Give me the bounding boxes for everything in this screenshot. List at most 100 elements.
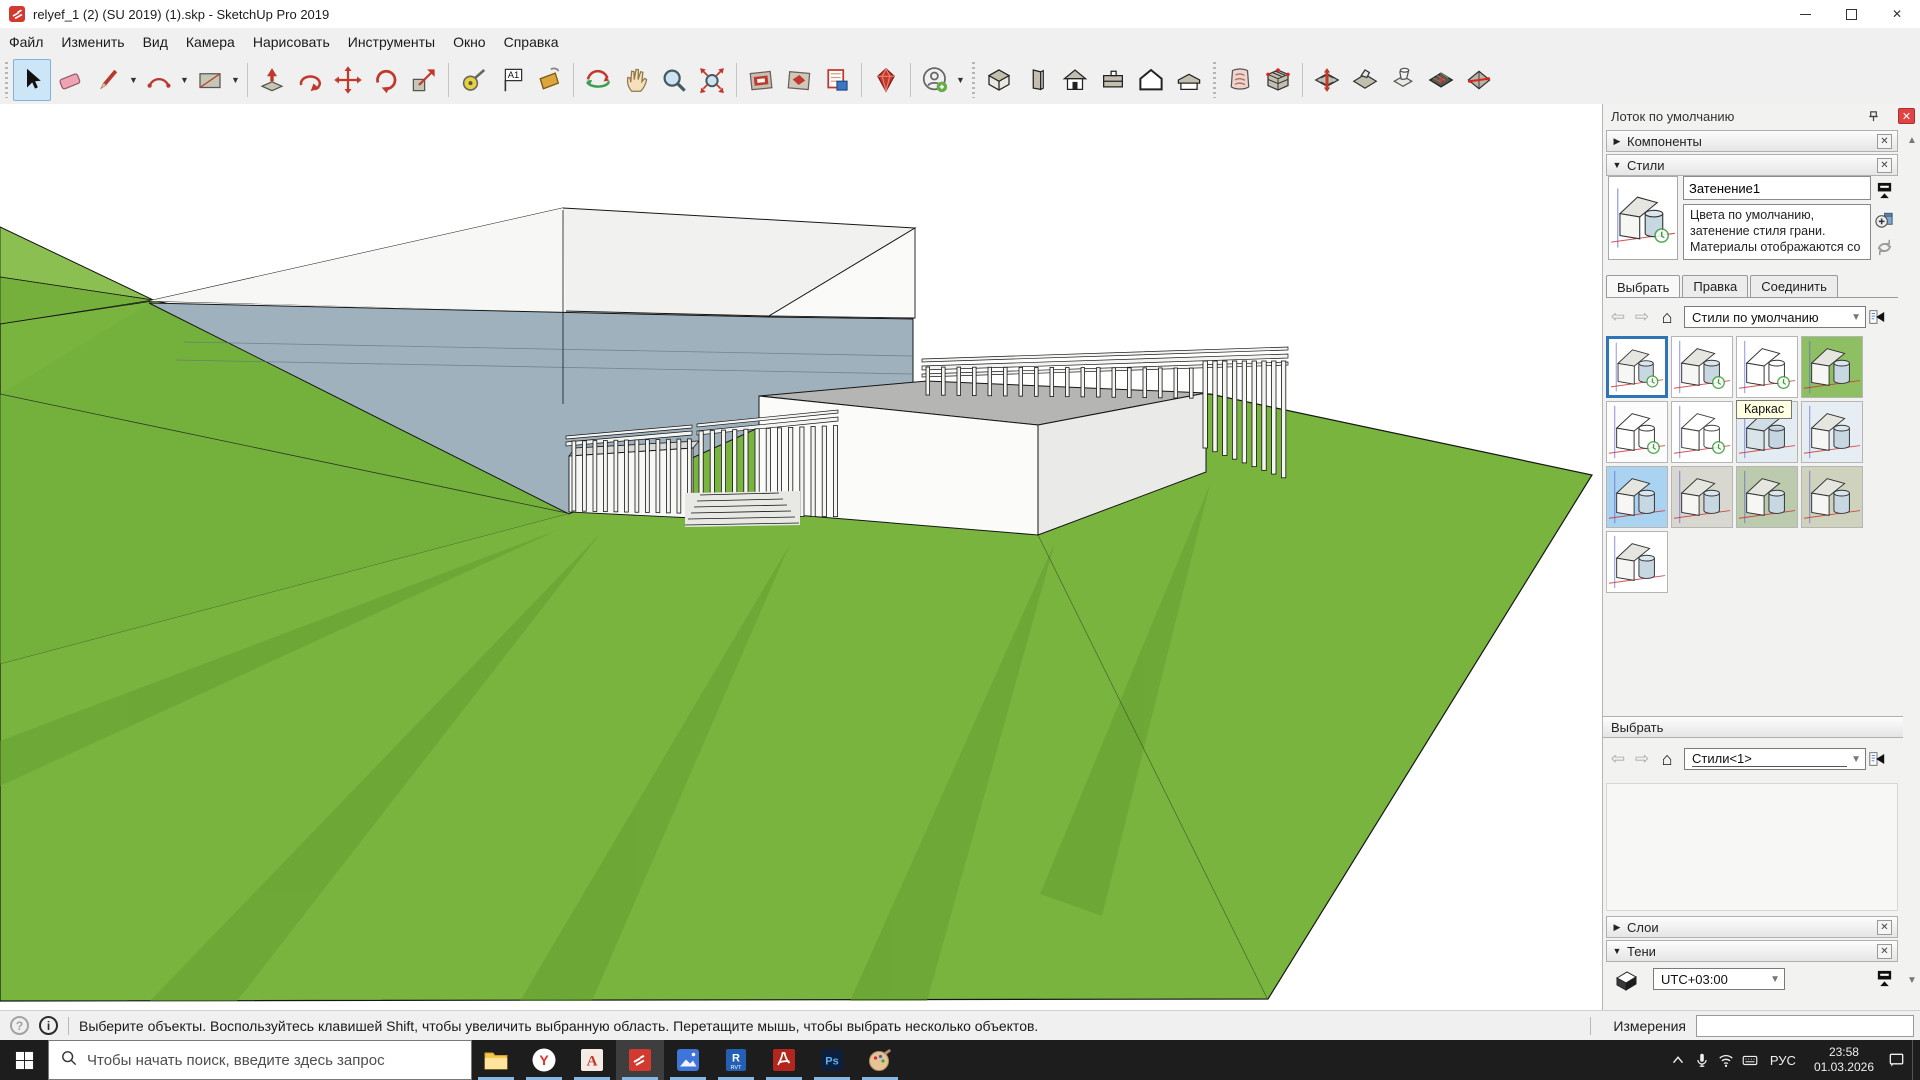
section-shadows-close[interactable]: ✕ xyxy=(1877,944,1892,959)
style-name-input[interactable] xyxy=(1683,176,1871,200)
style-thumbnail-1[interactable] xyxy=(1606,336,1668,398)
line-tool-button[interactable] xyxy=(89,59,127,101)
tray-scroll-up-icon[interactable]: ▲ xyxy=(1904,132,1920,148)
details-arrow-icon[interactable] xyxy=(1866,305,1888,329)
tab-Правка[interactable]: Правка xyxy=(1682,275,1748,297)
terrain-from-contours-tool-button[interactable] xyxy=(1221,59,1259,101)
stamp-tool-button[interactable] xyxy=(1346,59,1384,101)
taskbar-clock[interactable]: 23:58 01.03.2026 xyxy=(1804,1045,1884,1075)
style-thumbnail-11[interactable] xyxy=(1736,466,1798,528)
view-left-tool-button[interactable] xyxy=(1170,59,1208,101)
toolbar-grip[interactable] xyxy=(1211,62,1218,98)
send-to-layout-tool-button[interactable] xyxy=(818,59,856,101)
back-arrow-icon[interactable]: ⇦ xyxy=(1606,307,1630,327)
forward-arrow-icon[interactable]: ⇨ xyxy=(1630,307,1654,327)
details-arrow2-icon[interactable] xyxy=(1866,747,1888,771)
update-style-icon[interactable] xyxy=(1871,235,1897,259)
drape-tool-button[interactable] xyxy=(1384,59,1422,101)
menu-Вид[interactable]: Вид xyxy=(134,30,177,54)
arc-tool-button[interactable] xyxy=(140,59,178,101)
section-layers[interactable]: ▶ Слои ✕ xyxy=(1606,916,1898,938)
display-secondary-pane-icon[interactable] xyxy=(1871,178,1897,202)
pin-icon[interactable] xyxy=(1865,108,1881,124)
styles-secondary-dropdown[interactable]: Стили<1> ▼ xyxy=(1684,748,1866,770)
measurements-input[interactable] xyxy=(1696,1015,1914,1037)
rotate-tool-button[interactable] xyxy=(367,59,405,101)
style-thumbnail-2[interactable] xyxy=(1671,336,1733,398)
style-thumbnail-13[interactable] xyxy=(1606,531,1668,593)
menu-Камера[interactable]: Камера xyxy=(177,30,244,54)
home-icon[interactable]: ⌂ xyxy=(1654,307,1680,328)
push-pull-tool-button[interactable] xyxy=(253,59,291,101)
eraser-tool-button[interactable] xyxy=(51,59,89,101)
add-detail-tool-button[interactable] xyxy=(1422,59,1460,101)
share-model-tool-button[interactable] xyxy=(780,59,818,101)
move-tool-button[interactable] xyxy=(329,59,367,101)
text-tool-button[interactable]: A1 xyxy=(492,59,530,101)
zoom-tool-button[interactable] xyxy=(655,59,693,101)
scale-tool-button[interactable] xyxy=(405,59,443,101)
pan-tool-button[interactable] xyxy=(617,59,655,101)
taskbar-app-acrobat[interactable] xyxy=(760,1040,808,1080)
style-thumbnail-8[interactable] xyxy=(1801,401,1863,463)
action-center-icon[interactable] xyxy=(1884,1040,1908,1080)
view-side-tool-button[interactable] xyxy=(1018,59,1056,101)
menu-Окно[interactable]: Окно xyxy=(444,30,495,54)
tab-Выбрать[interactable]: Выбрать xyxy=(1606,275,1680,298)
taskbar-app-yandex-browser[interactable]: Y xyxy=(520,1040,568,1080)
arc-dropdown-arrow[interactable]: ▼ xyxy=(178,60,191,100)
section-styles[interactable]: ▼ Стили ✕ xyxy=(1606,154,1898,176)
style-thumbnail-5[interactable] xyxy=(1606,401,1668,463)
taskbar-app-paint[interactable] xyxy=(856,1040,904,1080)
paint-bucket-tool-button[interactable] xyxy=(530,59,568,101)
taskbar-app-sketchup[interactable] xyxy=(616,1040,664,1080)
section-shadows[interactable]: ▼ Тени ✕ xyxy=(1606,940,1898,962)
taskbar-app-revit[interactable]: RRVT xyxy=(712,1040,760,1080)
help-icon[interactable]: ? xyxy=(10,1016,29,1035)
follow-me-tool-button[interactable] xyxy=(291,59,329,101)
tray-scroll-down-icon[interactable]: ▼ xyxy=(1904,972,1920,988)
smoove-tool-button[interactable] xyxy=(1308,59,1346,101)
network-icon[interactable] xyxy=(1714,1040,1738,1080)
section-components-close[interactable]: ✕ xyxy=(1877,134,1892,149)
account-dropdown-arrow[interactable]: ▼ xyxy=(954,60,967,100)
style-thumbnail-9[interactable] xyxy=(1606,466,1668,528)
terrain-from-scratch-tool-button[interactable] xyxy=(1259,59,1297,101)
create-new-style-icon[interactable] xyxy=(1871,207,1897,231)
orbit-tool-button[interactable] xyxy=(579,59,617,101)
style-thumbnail-4[interactable] xyxy=(1801,336,1863,398)
maximize-button[interactable] xyxy=(1828,0,1874,28)
view-back-tool-button[interactable] xyxy=(1132,59,1170,101)
flip-edge-tool-button[interactable] xyxy=(1460,59,1498,101)
view-front-tool-button[interactable] xyxy=(1056,59,1094,101)
style-thumbnail-12[interactable] xyxy=(1801,466,1863,528)
view-top-tool-button[interactable] xyxy=(1094,59,1132,101)
minimize-button[interactable] xyxy=(1782,0,1828,28)
styles-collection-dropdown[interactable]: Стили по умолчанию ▼ xyxy=(1684,306,1866,328)
menu-Нарисовать[interactable]: Нарисовать xyxy=(244,30,339,54)
section-layers-close[interactable]: ✕ xyxy=(1877,920,1892,935)
tray-close-button[interactable]: ✕ xyxy=(1898,108,1915,124)
forward-arrow2-icon[interactable]: ⇨ xyxy=(1630,749,1654,769)
taskbar-app-file-explorer[interactable] xyxy=(472,1040,520,1080)
back-arrow2-icon[interactable]: ⇦ xyxy=(1606,749,1630,769)
rectangle-dropdown-arrow[interactable]: ▼ xyxy=(229,60,242,100)
microphone-icon[interactable] xyxy=(1690,1040,1714,1080)
language-indicator[interactable]: РУС xyxy=(1762,1053,1804,1068)
zoom-extents-tool-button[interactable] xyxy=(693,59,731,101)
style-thumbnail-3[interactable] xyxy=(1736,336,1798,398)
close-button[interactable]: ✕ xyxy=(1874,0,1920,28)
rectangle-tool-button[interactable] xyxy=(191,59,229,101)
view-iso-tool-button[interactable] xyxy=(980,59,1018,101)
toolbar-grip[interactable] xyxy=(3,62,10,98)
toolbar-grip[interactable] xyxy=(970,62,977,98)
taskbar-app-photoshop[interactable]: Ps xyxy=(808,1040,856,1080)
style-thumbnail-10[interactable] xyxy=(1671,466,1733,528)
tape-measure-tool-button[interactable] xyxy=(454,59,492,101)
select-tool-button[interactable] xyxy=(13,59,51,101)
shadows-secondary-pane-icon[interactable] xyxy=(1871,966,1897,990)
menu-Изменить[interactable]: Изменить xyxy=(52,30,133,54)
style-thumbnail-6[interactable] xyxy=(1671,401,1733,463)
show-desktop-button[interactable] xyxy=(1912,1040,1920,1080)
section-components[interactable]: ▶ Компоненты ✕ xyxy=(1606,130,1898,152)
